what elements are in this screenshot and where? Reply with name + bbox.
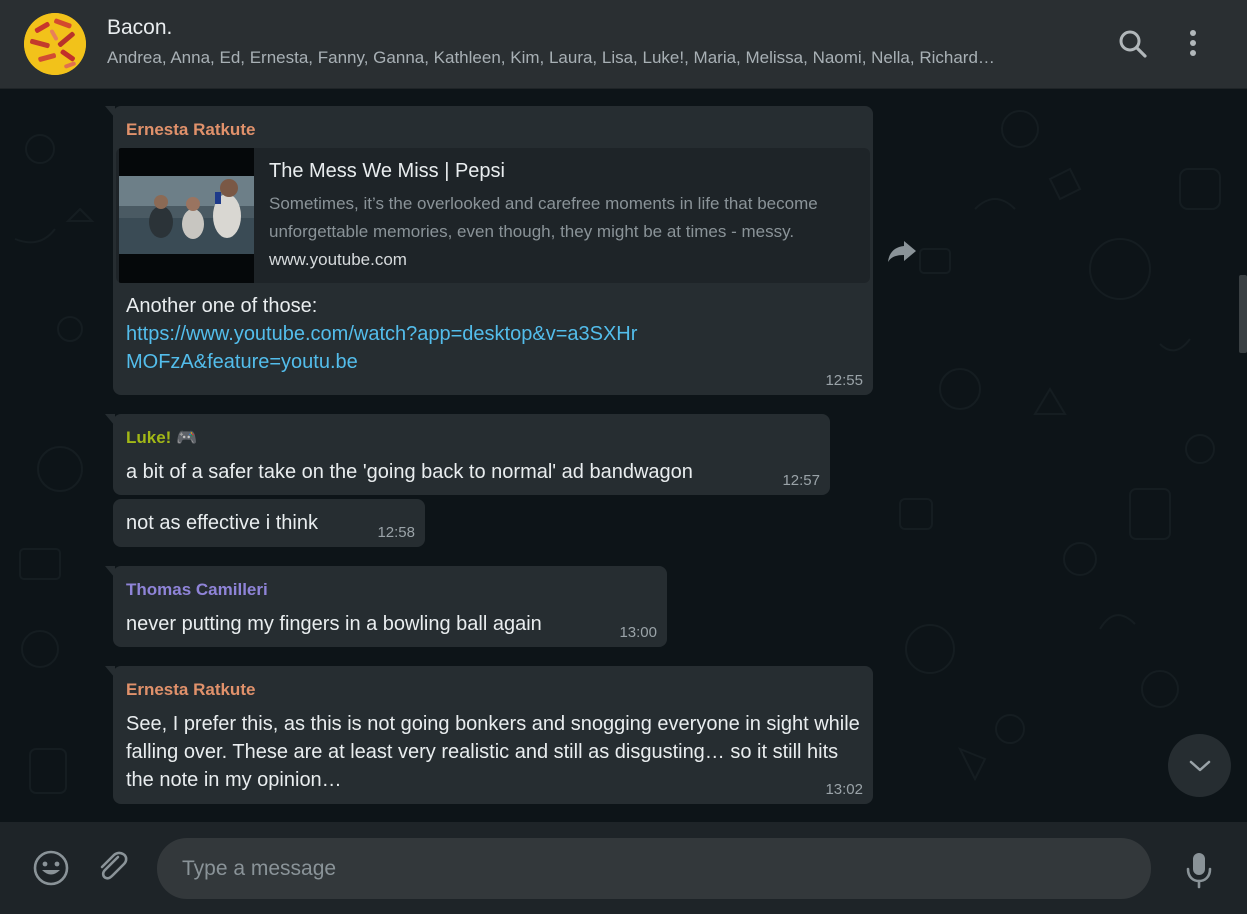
preview-description: Sometimes, it’s the overlooked and caref… <box>269 194 818 241</box>
message-bubble[interactable]: Ernesta Ratkute The Mess We Miss | Pepsi… <box>105 106 873 395</box>
message-time: 12:58 <box>377 524 415 541</box>
message-bubble[interactable]: Ernesta Ratkute See, I prefer this, as t… <box>105 666 873 804</box>
message-time: 13:02 <box>825 781 863 798</box>
message-bubble[interactable]: Luke! 🎮 a bit of a safer take on the 'go… <box>105 414 830 495</box>
paperclip-icon[interactable] <box>93 848 131 886</box>
chat-header[interactable]: Bacon. Andrea, Anna, Ed, Ernesta, Fanny,… <box>0 0 1247 89</box>
scrollbar[interactable] <box>1239 275 1247 353</box>
participants-list[interactable]: Andrea, Anna, Ed, Ernesta, Fanny, Ganna,… <box>107 48 1082 68</box>
message-input[interactable] <box>157 838 1151 899</box>
message-text: never putting my fingers in a bowling ba… <box>126 613 542 635</box>
message-link[interactable]: https://www.youtube.com/watch?app=deskto… <box>126 320 646 376</box>
sender-name[interactable]: Ernesta Ratkute <box>126 680 860 702</box>
preview-domain: www.youtube.com <box>269 250 407 269</box>
forward-icon[interactable] <box>886 239 918 263</box>
message-text: not as effective i think <box>126 512 318 534</box>
message-text: Another one of those: <box>126 295 318 317</box>
link-preview[interactable]: The Mess We Miss | Pepsi Sometimes, it’s… <box>116 148 870 283</box>
chevron-down-icon <box>1189 760 1210 771</box>
preview-title: The Mess We Miss | Pepsi <box>269 160 505 182</box>
microphone-icon[interactable] <box>1184 850 1214 890</box>
menu-icon[interactable] <box>1177 28 1209 60</box>
sender-name[interactable]: Thomas Camilleri <box>126 580 654 602</box>
sender-name-text: Luke! <box>126 428 172 447</box>
message-text: a bit of a safer take on the 'going back… <box>126 461 693 483</box>
message-bubble[interactable]: Thomas Camilleri never putting my finger… <box>105 566 667 647</box>
video-thumbnail[interactable] <box>119 148 254 283</box>
search-icon[interactable] <box>1117 28 1149 60</box>
sender-name[interactable]: Ernesta Ratkute <box>126 120 860 142</box>
chat-title[interactable]: Bacon. <box>107 16 1082 44</box>
group-avatar[interactable] <box>24 13 86 75</box>
sender-name[interactable]: Luke! 🎮 <box>126 428 817 450</box>
message-time: 12:55 <box>825 372 863 389</box>
controller-emoji: 🎮 <box>176 428 198 447</box>
message-text: See, I prefer this, as this is not going… <box>126 713 860 791</box>
message-bubble[interactable]: not as effective i think 12:58 <box>113 499 425 547</box>
scroll-down-button[interactable] <box>1168 734 1231 797</box>
message-time: 13:00 <box>619 624 657 641</box>
message-list[interactable]: Ernesta Ratkute The Mess We Miss | Pepsi… <box>0 89 1247 822</box>
message-time: 12:57 <box>782 472 820 489</box>
emoji-icon[interactable] <box>31 848 71 888</box>
